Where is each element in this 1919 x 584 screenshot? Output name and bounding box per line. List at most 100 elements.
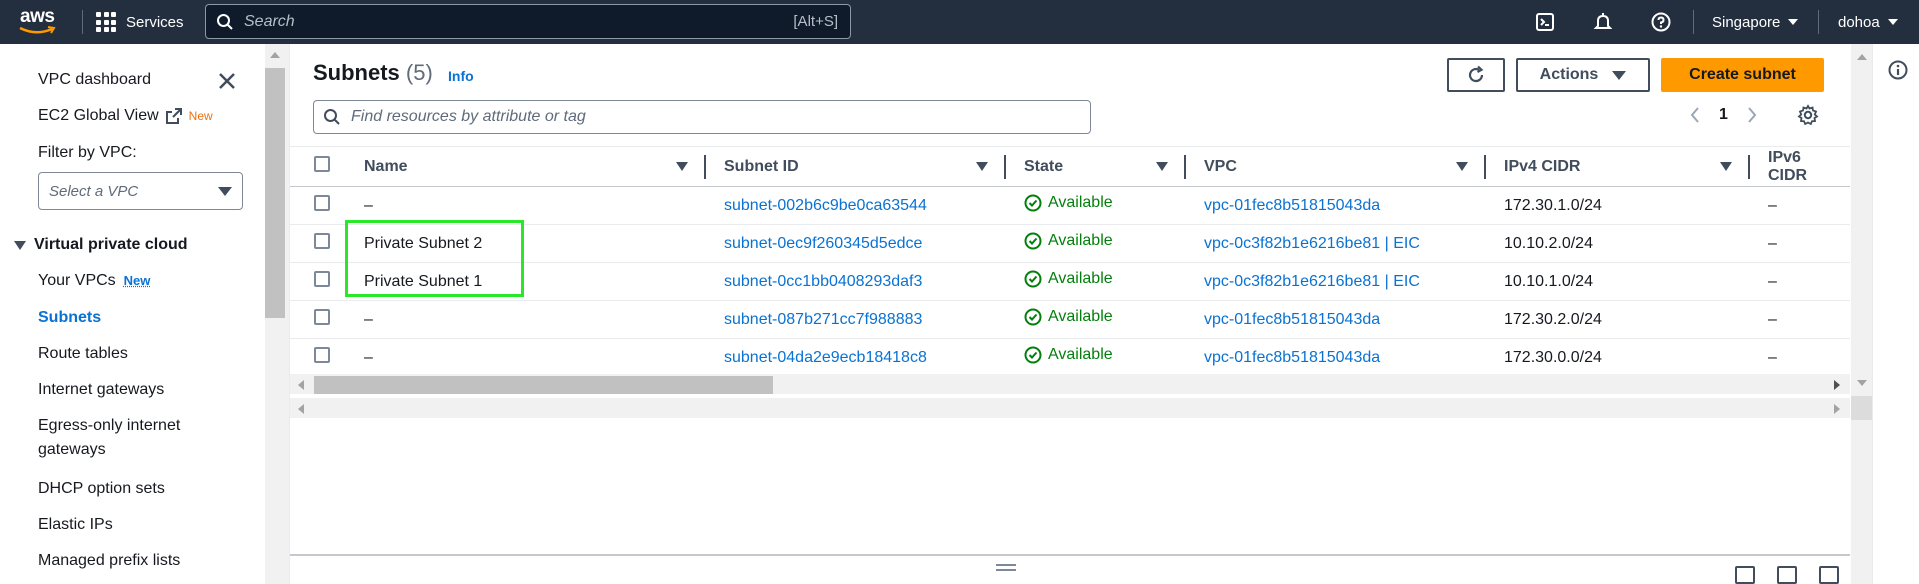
column-header-label: VPC bbox=[1204, 157, 1237, 175]
subnet-id-link[interactable]: subnet-002b6c9be0ca63544 bbox=[724, 197, 927, 214]
sidebar-item-internet-gateways[interactable]: Internet gateways bbox=[38, 381, 164, 399]
search-shortcut-hint: [Alt+S] bbox=[793, 13, 838, 30]
cell-name: Private Subnet 2 bbox=[346, 224, 706, 263]
column-header-vpc[interactable]: VPC bbox=[1186, 146, 1486, 187]
column-header-state[interactable]: State bbox=[1006, 146, 1186, 187]
table-row[interactable]: Private Subnet 2 subnet-0ec9f260345d5edc… bbox=[290, 224, 1850, 263]
split-panel-drag-handle[interactable] bbox=[996, 564, 1016, 572]
content-vertical-scrollbar[interactable] bbox=[1851, 44, 1873, 584]
scroll-down-arrow[interactable] bbox=[1857, 380, 1867, 386]
scroll-left-arrow[interactable] bbox=[298, 404, 304, 414]
table-row[interactable]: – subnet-087b271cc7f988883 Available vpc… bbox=[290, 300, 1850, 339]
sidebar-item-elastic-ips[interactable]: Elastic IPs bbox=[38, 516, 113, 534]
column-header-ipv4-cidr[interactable]: IPv4 CIDR bbox=[1486, 146, 1750, 187]
row-checkbox[interactable] bbox=[314, 195, 330, 211]
scroll-right-arrow[interactable] bbox=[1834, 404, 1840, 414]
scroll-up-arrow[interactable] bbox=[270, 52, 280, 58]
column-header-subnet-id[interactable]: Subnet ID bbox=[706, 146, 1006, 187]
table-row[interactable]: – subnet-002b6c9be0ca63544 Available vpc… bbox=[290, 186, 1850, 225]
vpc-link[interactable]: vpc-01fec8b51815043da bbox=[1204, 311, 1380, 328]
global-search-input[interactable] bbox=[234, 12, 794, 31]
resource-filter-input[interactable] bbox=[341, 108, 1090, 126]
chevron-left-icon bbox=[1690, 107, 1699, 123]
next-page-button[interactable] bbox=[1742, 103, 1762, 127]
split-panel-side-icon[interactable] bbox=[1777, 566, 1797, 584]
row-checkbox[interactable] bbox=[314, 309, 330, 325]
cell-state: Available bbox=[1006, 186, 1186, 225]
vpc-link[interactable]: vpc-01fec8b51815043da bbox=[1204, 349, 1380, 366]
scroll-left-arrow[interactable] bbox=[298, 380, 304, 390]
column-header-name[interactable]: Name bbox=[346, 146, 706, 187]
subnet-id-link[interactable]: subnet-0cc1bb0408293daf3 bbox=[724, 273, 922, 290]
row-select-cell bbox=[290, 262, 346, 301]
cell-ipv4-cidr: 172.30.2.0/24 bbox=[1486, 300, 1750, 339]
bell-icon[interactable] bbox=[1592, 11, 1614, 33]
refresh-button[interactable] bbox=[1447, 58, 1505, 92]
sort-caret-icon bbox=[1720, 162, 1732, 171]
vpc-link[interactable]: vpc-0c3f82b1e6216be81 | EIC bbox=[1204, 273, 1420, 290]
sidebar-item-dhcp-option-sets[interactable]: DHCP option sets bbox=[38, 480, 165, 498]
row-checkbox[interactable] bbox=[314, 233, 330, 249]
cell-vpc: vpc-0c3f82b1e6216be81 | EIC bbox=[1186, 262, 1486, 301]
check-circle-icon bbox=[1024, 346, 1042, 364]
sidebar-item-vpc-dashboard[interactable]: VPC dashboard bbox=[38, 71, 151, 89]
services-menu-button[interactable]: Services bbox=[96, 0, 184, 44]
sidebar-item-subnets[interactable]: Subnets bbox=[38, 309, 101, 327]
cell-ipv6-cidr: – bbox=[1750, 186, 1850, 225]
nav-divider bbox=[1693, 10, 1694, 34]
subnet-id-link[interactable]: subnet-04da2e9ecb18418c8 bbox=[724, 349, 927, 366]
cell-ipv6-cidr: – bbox=[1750, 300, 1850, 339]
column-header-ipv6-cidr[interactable]: IPv6 CIDR bbox=[1750, 146, 1850, 187]
region-selector[interactable]: Singapore bbox=[1712, 0, 1799, 44]
main-content: Subnets (5) Info Actions Create subnet 1 bbox=[289, 44, 1873, 584]
row-checkbox[interactable] bbox=[314, 347, 330, 363]
cell-ipv4-cidr: 172.30.1.0/24 bbox=[1486, 186, 1750, 225]
resource-filter-box[interactable] bbox=[313, 100, 1091, 134]
sidebar-item-managed-prefix-lists[interactable]: Managed prefix lists bbox=[38, 552, 180, 570]
nav-divider bbox=[1818, 10, 1819, 34]
sidebar-item-your-vpcs[interactable]: Your VPCs New bbox=[38, 272, 150, 290]
table-row[interactable]: Private Subnet 1 subnet-0cc1bb0408293daf… bbox=[290, 262, 1850, 301]
chevron-down-icon bbox=[1887, 19, 1898, 25]
sort-caret-icon bbox=[1156, 162, 1168, 171]
split-panel-preferences-icon[interactable] bbox=[1819, 566, 1839, 584]
account-menu[interactable]: dohoa bbox=[1838, 0, 1898, 44]
page-number-button[interactable]: 1 bbox=[1719, 106, 1728, 124]
info-circle-icon[interactable] bbox=[1888, 60, 1908, 80]
sidebar-item-egress-only-internet-gateways[interactable]: Egress-only internet gateways bbox=[38, 417, 180, 459]
subnet-id-link[interactable]: subnet-087b271cc7f988883 bbox=[724, 311, 922, 328]
actions-dropdown-button[interactable]: Actions bbox=[1516, 58, 1650, 92]
horizontal-scrollbar[interactable] bbox=[290, 398, 1850, 418]
cloudshell-icon[interactable] bbox=[1534, 11, 1556, 33]
subnet-id-link[interactable]: subnet-0ec9f260345d5edce bbox=[724, 235, 922, 252]
settings-gear-icon[interactable] bbox=[1797, 104, 1819, 126]
table-row[interactable]: – subnet-04da2e9ecb18418c8 Available vpc… bbox=[290, 338, 1850, 377]
check-circle-icon bbox=[1024, 194, 1042, 212]
select-all-checkbox[interactable] bbox=[314, 156, 330, 172]
sidebar-item-ec2-global-view[interactable]: EC2 Global View New bbox=[38, 107, 213, 125]
vpc-link[interactable]: vpc-01fec8b51815043da bbox=[1204, 197, 1380, 214]
info-link[interactable]: Info bbox=[448, 68, 474, 84]
aws-logo-text: aws bbox=[20, 6, 55, 27]
grid-icon bbox=[96, 12, 116, 32]
sidebar-item-route-tables[interactable]: Route tables bbox=[38, 345, 128, 363]
new-badge[interactable]: New bbox=[124, 273, 151, 288]
help-icon[interactable] bbox=[1650, 11, 1672, 33]
nav-divider bbox=[82, 10, 83, 34]
aws-logo[interactable]: aws bbox=[18, 6, 66, 38]
split-panel-bottom-icon[interactable] bbox=[1735, 566, 1755, 584]
section-virtual-private-cloud[interactable]: Virtual private cloud bbox=[14, 236, 188, 254]
sidebar-scrollbar[interactable] bbox=[265, 44, 289, 584]
scrollbar-thumb[interactable] bbox=[314, 376, 773, 394]
scrollbar-thumb[interactable] bbox=[265, 68, 285, 318]
previous-page-button[interactable] bbox=[1685, 103, 1705, 127]
scroll-right-arrow[interactable] bbox=[1834, 380, 1840, 390]
vpc-filter-select[interactable]: Select a VPC bbox=[38, 172, 243, 210]
scroll-up-arrow[interactable] bbox=[1857, 54, 1867, 60]
table-horizontal-scrollbar[interactable] bbox=[290, 374, 1850, 394]
row-checkbox[interactable] bbox=[314, 271, 330, 287]
close-icon[interactable] bbox=[216, 70, 238, 92]
vpc-link[interactable]: vpc-0c3f82b1e6216be81 | EIC bbox=[1204, 235, 1420, 252]
create-subnet-button[interactable]: Create subnet bbox=[1661, 58, 1824, 92]
global-search-box[interactable]: [Alt+S] bbox=[205, 4, 851, 39]
